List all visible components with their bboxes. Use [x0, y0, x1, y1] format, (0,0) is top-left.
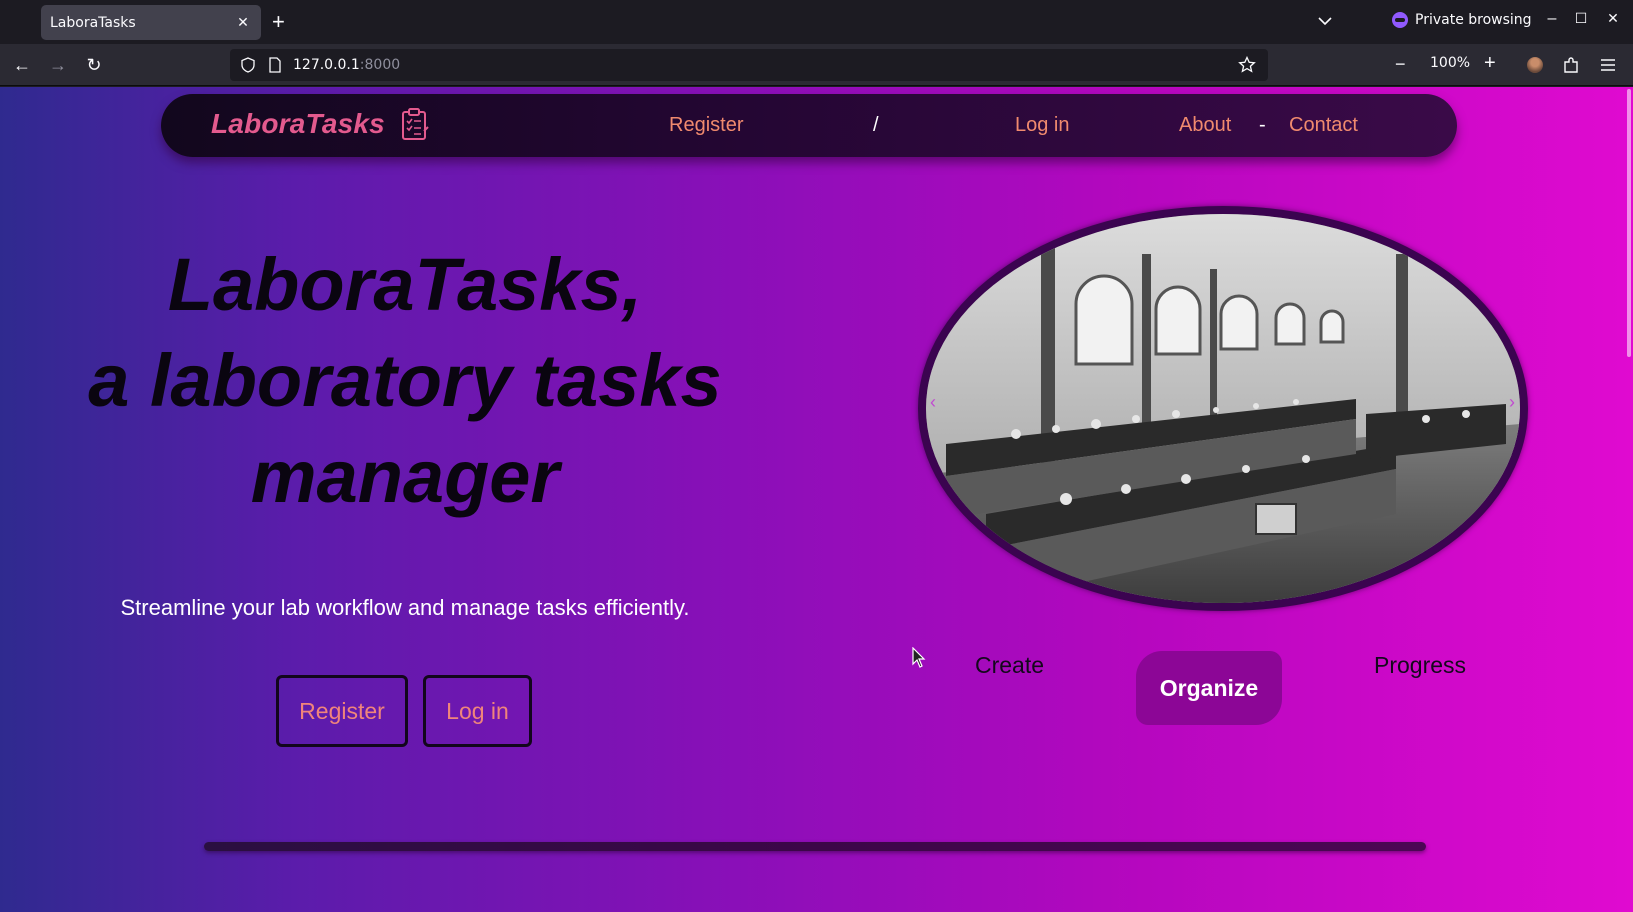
profile-avatar-icon[interactable]	[1527, 57, 1543, 73]
scrollbar-thumb[interactable]	[1627, 89, 1631, 357]
chevron-down-icon[interactable]	[1316, 12, 1334, 30]
browser-tab-bar: LaboraTasks ✕ + Private browsing – ☐ ✕	[0, 0, 1633, 44]
private-mask-icon	[1392, 12, 1408, 28]
browser-tab[interactable]: LaboraTasks ✕	[41, 5, 261, 40]
hero-title-line-3: manager	[250, 435, 560, 518]
url-host: 127.0.0.1	[293, 57, 360, 73]
zoom-in-icon[interactable]: +	[1484, 52, 1496, 75]
carousel-next-button[interactable]: ›	[1497, 379, 1527, 425]
shield-icon[interactable]	[240, 57, 256, 73]
hero-title-line-1: LaboraTasks,	[167, 243, 643, 326]
tab-title: LaboraTasks	[50, 14, 136, 31]
maximize-icon[interactable]: ☐	[1571, 10, 1591, 27]
mouse-pointer-icon	[912, 647, 926, 668]
zoom-level[interactable]: 100%	[1430, 55, 1470, 71]
private-browsing-label: Private browsing	[1415, 12, 1532, 28]
zoom-out-icon[interactable]: −	[1395, 54, 1406, 75]
back-icon[interactable]: ←	[10, 53, 34, 77]
tab-close-icon[interactable]: ✕	[235, 14, 251, 31]
minimize-icon[interactable]: –	[1542, 10, 1562, 28]
hero-subtitle: Streamline your lab workflow and manage …	[120, 595, 690, 620]
feature-tab-progress[interactable]: Progress	[1374, 652, 1466, 679]
clipboard-checklist-icon	[402, 108, 429, 140]
page-icon[interactable]	[268, 57, 282, 73]
nav-login-link[interactable]: Log in	[1015, 114, 1070, 137]
nav-register-link[interactable]: Register	[669, 114, 743, 137]
hamburger-menu-icon[interactable]	[1598, 55, 1618, 75]
site-navbar: LaboraTasks Register / Log in About - Co…	[161, 94, 1457, 157]
forward-icon[interactable]: →	[46, 53, 70, 77]
brand-logo-text[interactable]: LaboraTasks	[211, 108, 385, 140]
carousel-prev-button[interactable]: ‹	[918, 379, 948, 425]
url-bar[interactable]: 127.0.0.1:8000	[230, 49, 1268, 81]
nav-separator-dash: -	[1259, 114, 1266, 136]
reload-icon[interactable]: ↻	[82, 53, 106, 77]
page-viewport: LaboraTasks Register / Log in About - Co…	[0, 87, 1633, 912]
lab-photo	[926, 214, 1520, 603]
url-text[interactable]: 127.0.0.1:8000	[293, 57, 400, 73]
private-browsing-indicator: Private browsing	[1392, 12, 1532, 28]
browser-nav-bar: ← → ↻ 127.0.0.1:8000 − 100% +	[0, 44, 1633, 86]
nav-separator-slash: /	[873, 114, 879, 136]
nav-about-link[interactable]: About	[1179, 114, 1231, 137]
page-scrollbar[interactable]	[1625, 87, 1633, 912]
url-port: :8000	[359, 57, 401, 73]
section-divider	[204, 842, 1426, 851]
hero-title-line-2: a laboratory tasks	[88, 339, 722, 422]
window-close-icon[interactable]: ✕	[1603, 10, 1623, 27]
login-button[interactable]: Log in	[423, 675, 532, 747]
feature-tab-organize[interactable]: Organize	[1136, 651, 1282, 725]
extensions-puzzle-icon[interactable]	[1561, 55, 1581, 75]
nav-contact-link[interactable]: Contact	[1289, 114, 1358, 137]
register-button[interactable]: Register	[276, 675, 408, 747]
new-tab-icon[interactable]: +	[272, 10, 285, 34]
hero-title: LaboraTasks, a laboratory tasks manager	[60, 237, 750, 525]
bookmark-star-icon[interactable]	[1238, 56, 1256, 74]
lab-photo-carousel	[918, 206, 1528, 611]
feature-tab-create[interactable]: Create	[975, 652, 1044, 679]
